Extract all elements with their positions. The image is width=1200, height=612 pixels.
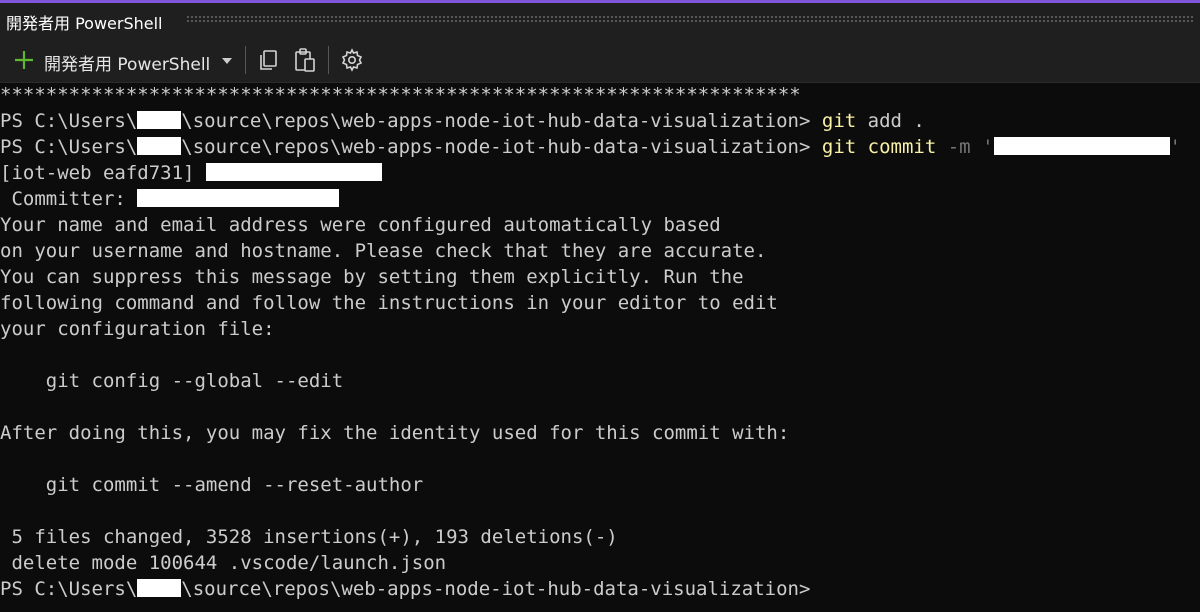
paste-icon[interactable]: [291, 45, 319, 75]
prompt-path: \source\repos\web-apps-node-iot-hub-data…: [181, 136, 811, 158]
copy-icon[interactable]: [254, 46, 282, 74]
titlebar-grip[interactable]: [186, 15, 1194, 23]
redacted-username: [137, 137, 182, 155]
message-line: Your name and email address were configu…: [0, 214, 721, 236]
redacted-committer: [137, 189, 340, 207]
toolbar-divider: [328, 46, 329, 74]
profile-label[interactable]: 開発者用 PowerShell: [44, 50, 210, 75]
prompt-line: PS C:\Users\ \source\repos\web-apps-node-…: [0, 576, 810, 602]
chevron-down-icon[interactable]: [218, 52, 236, 70]
quote-close: ': [1169, 136, 1181, 158]
message-line: on your username and hostname. Please ch…: [0, 240, 767, 262]
stars-line: ****************************************…: [0, 84, 801, 106]
terminal-output[interactable]: ****************************************…: [0, 82, 1200, 612]
gear-icon[interactable]: [338, 46, 366, 74]
window-titlebar[interactable]: 開発者用 PowerShell: [0, 0, 1200, 40]
command-git: git: [821, 136, 857, 158]
window-title: 開発者用 PowerShell: [6, 14, 163, 33]
delete-mode-line: delete mode 100644 .vscode/launch.json: [0, 552, 447, 574]
redacted-username: [137, 579, 182, 597]
amend-command-line: git commit --amend --reset-author: [0, 474, 424, 496]
command-args: add .: [856, 110, 925, 132]
config-command-line: git config --global --edit: [0, 370, 344, 392]
plus-icon[interactable]: [12, 48, 36, 72]
prompt-prefix: PS C:\Users\: [0, 578, 138, 600]
after-message-line: After doing this, you may fix the identi…: [0, 422, 790, 444]
message-line: following command and follow the instruc…: [0, 292, 778, 314]
message-line: You can suppress this message by setting…: [0, 266, 744, 288]
prompt-path: \source\repos\web-apps-node-iot-hub-data…: [181, 578, 811, 600]
committer-label: Committer:: [0, 188, 138, 210]
message-line: your configuration file:: [0, 318, 275, 340]
command-flag: -m: [947, 136, 983, 158]
terminal-toolbar: 開発者用 PowerShell: [0, 40, 1200, 83]
command-args: commit: [856, 136, 948, 158]
commit-branch-hash: [iot-web eafd731]: [0, 162, 206, 184]
summary-line: 5 files changed, 3528 insertions(+), 193…: [0, 526, 618, 548]
committer-line: Committer:: [0, 186, 340, 212]
prompt-line: PS C:\Users\ \source\repos\web-apps-node-…: [0, 108, 925, 134]
quote-open: ': [982, 136, 994, 158]
prompt-line: PS C:\Users\ \source\repos\web-apps-node-…: [0, 134, 1181, 160]
redacted-commit-message: [205, 163, 382, 181]
toolbar-divider: [245, 46, 246, 74]
redacted-username: [137, 111, 182, 129]
commit-result-line: [iot-web eafd731]: [0, 160, 382, 186]
prompt-path: \source\repos\web-apps-node-iot-hub-data…: [181, 110, 811, 132]
command-git: git: [821, 110, 857, 132]
prompt-prefix: PS C:\Users\: [0, 110, 138, 132]
redacted-commit-message: [993, 137, 1170, 155]
prompt-prefix: PS C:\Users\: [0, 136, 138, 158]
